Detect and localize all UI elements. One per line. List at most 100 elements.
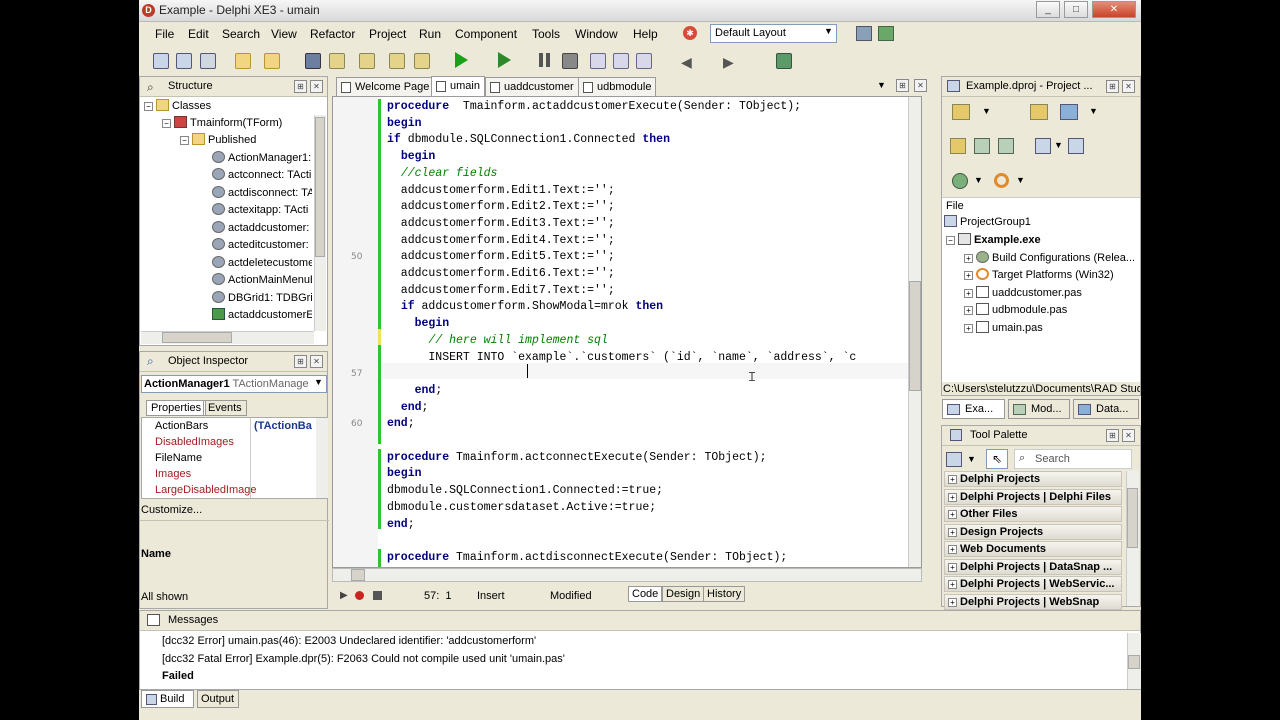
tree-item-classes[interactable]: − Classes (144, 99, 211, 116)
code-line[interactable]: begin (387, 466, 422, 482)
palette-category[interactable]: + Web Documents (944, 541, 1122, 557)
save-desktop-icon[interactable] (856, 26, 872, 41)
categories-icon[interactable] (946, 452, 962, 467)
platform-icon[interactable] (952, 173, 968, 189)
code-line[interactable]: procedure Tmainform.actconnectExecute(Se… (387, 450, 767, 466)
tab-code[interactable]: Code (628, 586, 663, 602)
open-project-icon[interactable] (200, 53, 216, 69)
scroll-thumb[interactable] (1127, 488, 1138, 548)
tab-model-view[interactable]: Mod... (1008, 399, 1070, 419)
palette-category[interactable]: + Design Projects (944, 524, 1122, 540)
pin-icon[interactable]: ⊞ (896, 79, 909, 92)
expand-icon[interactable]: + (964, 289, 973, 298)
expand-icon[interactable]: + (964, 324, 973, 333)
code-line[interactable]: end; (387, 517, 415, 533)
code-line[interactable]: addcustomerform.Edit4.Text:=''; (387, 233, 615, 249)
customize-link[interactable]: Customize... (141, 504, 202, 516)
tree-item-acteditcustomer[interactable]: acteditcustomer: (212, 238, 312, 255)
selection-pointer-icon[interactable]: ⇖ (986, 449, 1008, 469)
code-line[interactable]: procedure Tmainform.actdisconnectExecute… (387, 550, 787, 566)
code-line[interactable]: begin (387, 316, 450, 332)
step-into-icon[interactable] (590, 53, 606, 69)
palette-category[interactable]: + Delphi Projects | DataSnap ... (944, 559, 1122, 575)
close-tab-icon[interactable]: ✕ (914, 79, 927, 92)
tree-item-tmainform[interactable]: − Tmainform(TForm) (162, 116, 282, 133)
code-line[interactable]: begin (387, 116, 422, 132)
tab-list-dropdown-icon[interactable]: ▼ (877, 80, 886, 90)
message-error[interactable]: [dcc32 Error] umain.pas(46): E2003 Undec… (162, 635, 536, 647)
ring-icon[interactable] (994, 173, 1009, 188)
pin-icon[interactable]: ⊞ (294, 355, 307, 368)
file-icon[interactable] (998, 138, 1014, 154)
close-panel-icon[interactable]: ✕ (310, 80, 323, 93)
code-line[interactable]: addcustomerform.Edit7.Text:=''; (387, 283, 615, 299)
tab-example[interactable]: Exa... (942, 399, 1005, 419)
step-over-icon[interactable] (613, 53, 629, 69)
palette-category[interactable]: + Other Files (944, 506, 1122, 522)
close-icon[interactable]: ✕ (1092, 1, 1136, 18)
menu-window[interactable]: Window (575, 27, 618, 41)
tree-item-actaddcustomerexecute[interactable]: actaddcustomerE (212, 308, 312, 325)
code-line[interactable]: addcustomerform.Edit2.Text:=''; (387, 199, 615, 215)
save-icon[interactable] (305, 53, 321, 69)
expand-icon[interactable]: + (964, 254, 973, 263)
tree-item-example-exe[interactable]: − Example.exe (946, 233, 1041, 250)
forward-arrow-icon[interactable]: ▶ (723, 54, 734, 71)
remove-from-project-icon[interactable] (414, 53, 430, 69)
code-line[interactable]: end; (387, 400, 429, 416)
activate-icon[interactable] (952, 104, 970, 120)
code-line[interactable]: //clear fields (387, 166, 498, 182)
macro-stop-icon[interactable] (373, 591, 382, 600)
close-panel-icon[interactable]: ✕ (1122, 429, 1135, 442)
menu-file[interactable]: File (155, 27, 174, 41)
new-items-icon[interactable] (153, 53, 169, 69)
collapse-icon[interactable]: − (180, 136, 189, 145)
code-editor[interactable]: 50 57 60 procedure Tmainform.actaddcusto… (332, 96, 922, 568)
stop-icon[interactable] (562, 53, 578, 69)
chevron-down-icon[interactable]: ▼ (1054, 140, 1063, 150)
tree-item-actaddcustomer[interactable]: actaddcustomer: (212, 221, 312, 238)
tree-item-dbgrid1[interactable]: DBGrid1: TDBGrid (212, 291, 312, 308)
code-line[interactable]: end; (387, 416, 415, 432)
close-panel-icon[interactable]: ✕ (310, 355, 323, 368)
property-disabledimages[interactable]: DisabledImages (155, 436, 234, 448)
back-arrow-icon[interactable]: ◀ (681, 54, 692, 71)
help-ball-icon[interactable]: ✱ (683, 26, 697, 40)
tree-item-actionmainmenubar[interactable]: ActionMainMenuB (212, 273, 312, 290)
tab-events[interactable]: Events (203, 400, 247, 416)
property-images[interactable]: Images (155, 468, 191, 480)
property-largedisabledimage[interactable]: LargeDisabledImage (155, 484, 257, 496)
save-all-icon[interactable] (329, 53, 345, 69)
minimize-icon[interactable]: _ (1036, 1, 1060, 18)
layout-select[interactable]: Default Layout (710, 24, 837, 43)
expand-icon[interactable]: + (964, 271, 973, 280)
scroll-thumb[interactable] (1128, 655, 1140, 669)
vscroll-thumb[interactable] (909, 281, 921, 391)
code-line[interactable]: addcustomerform.Edit1.Text:=''; (387, 183, 615, 199)
run-without-debugging-icon[interactable] (498, 52, 511, 68)
menu-run[interactable]: Run (419, 27, 441, 41)
tab-history[interactable]: History (703, 586, 746, 602)
tree-item-uaddcustomer[interactable]: + uaddcustomer.pas (964, 286, 1082, 303)
property-actionbars[interactable]: ActionBars (155, 420, 208, 432)
code-line[interactable]: INSERT INTO `example`.`customers` (`id`,… (387, 350, 856, 366)
collapse-icon[interactable]: − (946, 236, 955, 245)
menu-tools[interactable]: Tools (532, 27, 560, 41)
editor-hscrollbar[interactable] (332, 568, 922, 582)
chevron-down-icon[interactable]: ▼ (824, 26, 833, 36)
chevron-down-icon[interactable]: ▼ (1089, 106, 1098, 116)
tree-item-published[interactable]: − Published (180, 133, 256, 150)
code-line[interactable]: end; (387, 383, 443, 399)
palette-category[interactable]: + Delphi Projects | Delphi Files (944, 489, 1122, 505)
palette-search-input[interactable]: Search (1014, 449, 1132, 469)
code-line[interactable]: addcustomerform.Edit5.Text:=''; (387, 249, 615, 265)
expand-icon[interactable] (950, 138, 966, 154)
tree-item-actdisconnect[interactable]: actdisconnect: TA (212, 186, 312, 203)
pause-icon[interactable] (539, 53, 543, 67)
tab-design[interactable]: Design (662, 586, 705, 602)
maximize-icon[interactable]: □ (1064, 1, 1088, 18)
new-icon[interactable] (176, 53, 192, 69)
add-to-project-icon[interactable] (389, 53, 405, 69)
code-line[interactable]: if dbmodule.SQLConnection1.Connected the… (387, 132, 670, 148)
chevron-down-icon[interactable]: ▼ (974, 175, 983, 185)
